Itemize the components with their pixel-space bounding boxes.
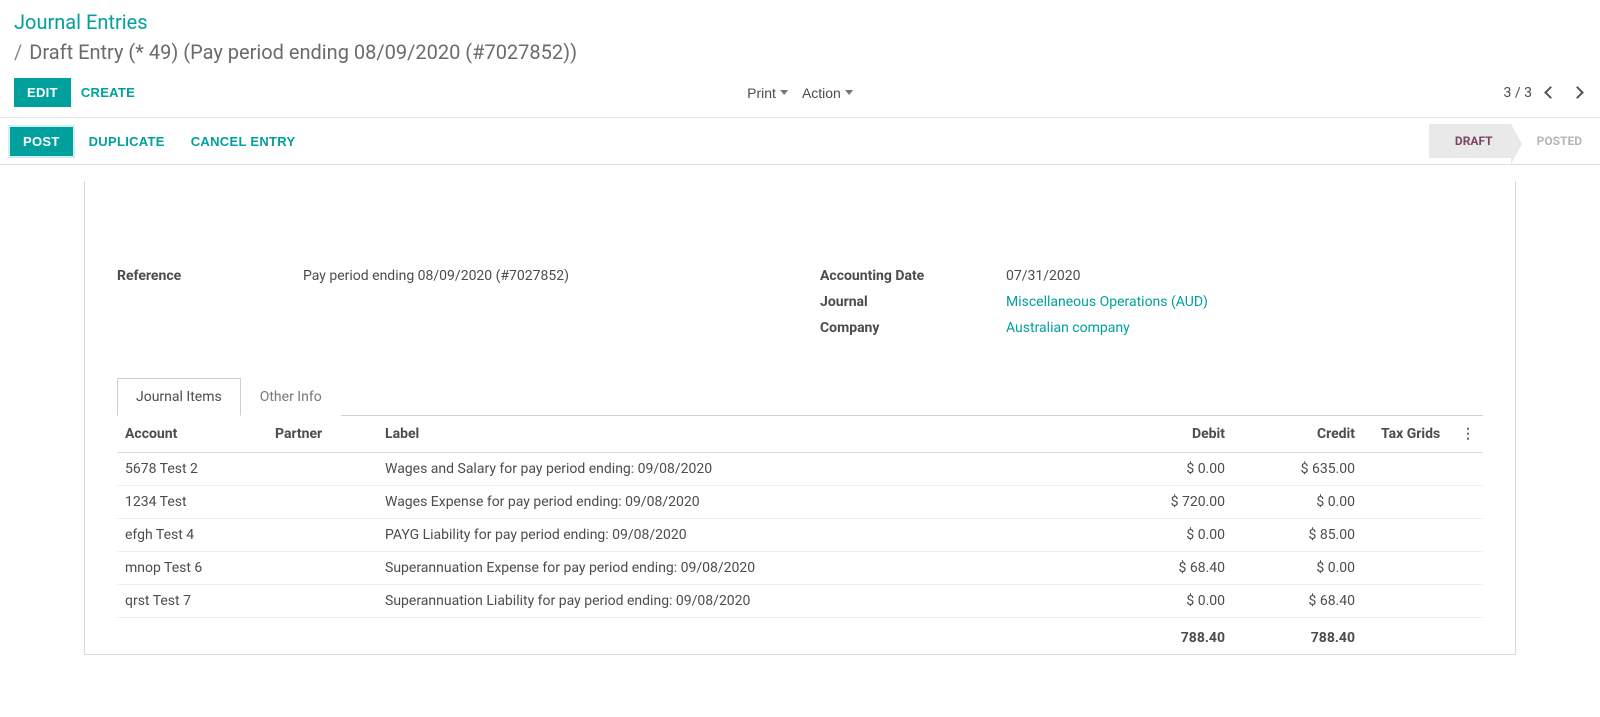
cell-debit: $ 0.00: [1103, 585, 1233, 618]
print-menu[interactable]: Print: [747, 85, 788, 101]
cell-debit: $ 68.40: [1103, 552, 1233, 585]
breadcrumb: Journal Entries / Draft Entry (* 49) (Pa…: [0, 0, 1600, 72]
cell-label: PAYG Liability for pay period ending: 09…: [377, 519, 1103, 552]
table-row[interactable]: efgh Test 4 PAYG Liability for pay period…: [117, 519, 1483, 552]
cell-label: Superannuation Expense for pay period en…: [377, 552, 1103, 585]
cell-credit: $ 0.00: [1233, 552, 1363, 585]
chevron-right-icon: [1571, 86, 1584, 99]
cell-tax: [1363, 519, 1453, 552]
cell-tax: [1363, 585, 1453, 618]
tabs: Journal Items Other Info: [117, 377, 1483, 416]
action-label: Action: [802, 85, 841, 101]
caret-down-icon: [780, 90, 788, 95]
breadcrumb-slash: /: [14, 40, 22, 64]
post-button[interactable]: POST: [10, 127, 73, 156]
breadcrumb-current: Draft Entry (* 49) (Pay period ending 08…: [29, 40, 577, 64]
print-label: Print: [747, 85, 776, 101]
tab-journal-items[interactable]: Journal Items: [117, 378, 241, 416]
duplicate-button[interactable]: DUPLICATE: [79, 128, 175, 155]
journal-items-table: Account Partner Label Debit Credit Tax G…: [117, 416, 1483, 654]
create-button[interactable]: CREATE: [71, 79, 145, 106]
more-vertical-icon: ⋮: [1461, 429, 1475, 439]
cell-label: Wages and Salary for pay period ending: …: [377, 453, 1103, 486]
total-debit: 788.40: [1103, 618, 1233, 655]
pager-prev-button[interactable]: [1542, 81, 1559, 104]
status-draft[interactable]: DRAFT: [1429, 124, 1511, 158]
th-account[interactable]: Account: [117, 416, 267, 453]
pager-next-button[interactable]: [1569, 81, 1586, 104]
table-row[interactable]: 1234 Test Wages Expense for pay period en…: [117, 486, 1483, 519]
cell-blank: [1453, 453, 1483, 486]
cell-blank: [1453, 519, 1483, 552]
cell-partner: [267, 585, 377, 618]
company-label: Company: [820, 320, 1006, 336]
journal-label: Journal: [820, 294, 1006, 310]
chevron-left-icon: [1544, 86, 1557, 99]
cell-tax: [1363, 552, 1453, 585]
cell-partner: [267, 453, 377, 486]
control-bar: EDIT CREATE Print Action 3 / 3: [0, 72, 1600, 118]
total-credit: 788.40: [1233, 618, 1363, 655]
status-bar: POST DUPLICATE CANCEL ENTRY DRAFT POSTED: [0, 118, 1600, 165]
accounting-date-label: Accounting Date: [820, 268, 1006, 284]
pager-value[interactable]: 3 / 3: [1504, 85, 1532, 101]
cell-blank: [1453, 552, 1483, 585]
cell-credit: $ 85.00: [1233, 519, 1363, 552]
cancel-entry-button[interactable]: CANCEL ENTRY: [181, 128, 306, 155]
cell-debit: $ 0.00: [1103, 519, 1233, 552]
accounting-date-value: 07/31/2020: [1006, 268, 1483, 284]
cell-tax: [1363, 453, 1453, 486]
th-credit[interactable]: Credit: [1233, 416, 1363, 453]
cell-account: 5678 Test 2: [117, 453, 267, 486]
cell-debit: $ 720.00: [1103, 486, 1233, 519]
th-partner[interactable]: Partner: [267, 416, 377, 453]
th-debit[interactable]: Debit: [1103, 416, 1233, 453]
cell-partner: [267, 486, 377, 519]
caret-down-icon: [845, 90, 853, 95]
cell-partner: [267, 519, 377, 552]
cell-tax: [1363, 486, 1453, 519]
cell-account: efgh Test 4: [117, 519, 267, 552]
reference-value: Pay period ending 08/09/2020 (#7027852): [303, 268, 780, 284]
th-tax-grids[interactable]: Tax Grids: [1363, 416, 1453, 453]
form-sheet: Reference Pay period ending 08/09/2020 (…: [84, 181, 1516, 655]
cell-partner: [267, 552, 377, 585]
breadcrumb-root-link[interactable]: Journal Entries: [14, 10, 148, 34]
cell-label: Wages Expense for pay period ending: 09/…: [377, 486, 1103, 519]
tab-other-info[interactable]: Other Info: [241, 378, 341, 416]
cell-label: Superannuation Liability for pay period …: [377, 585, 1103, 618]
cell-blank: [1453, 486, 1483, 519]
cell-credit: $ 0.00: [1233, 486, 1363, 519]
cell-account: 1234 Test: [117, 486, 267, 519]
company-value-link[interactable]: Australian company: [1006, 320, 1483, 336]
cell-account: mnop Test 6: [117, 552, 267, 585]
table-row[interactable]: 5678 Test 2 Wages and Salary for pay peri…: [117, 453, 1483, 486]
cell-credit: $ 635.00: [1233, 453, 1363, 486]
cell-debit: $ 0.00: [1103, 453, 1233, 486]
table-row[interactable]: mnop Test 6 Superannuation Expense for pa…: [117, 552, 1483, 585]
cell-blank: [1453, 585, 1483, 618]
cell-account: qrst Test 7: [117, 585, 267, 618]
reference-label: Reference: [117, 268, 303, 284]
action-menu[interactable]: Action: [802, 85, 853, 101]
table-row[interactable]: qrst Test 7 Superannuation Liability for …: [117, 585, 1483, 618]
cell-credit: $ 68.40: [1233, 585, 1363, 618]
edit-button[interactable]: EDIT: [14, 78, 71, 107]
th-label[interactable]: Label: [377, 416, 1103, 453]
th-options[interactable]: ⋮: [1453, 416, 1483, 453]
journal-value-link[interactable]: Miscellaneous Operations (AUD): [1006, 294, 1483, 310]
status-posted[interactable]: POSTED: [1511, 124, 1600, 158]
